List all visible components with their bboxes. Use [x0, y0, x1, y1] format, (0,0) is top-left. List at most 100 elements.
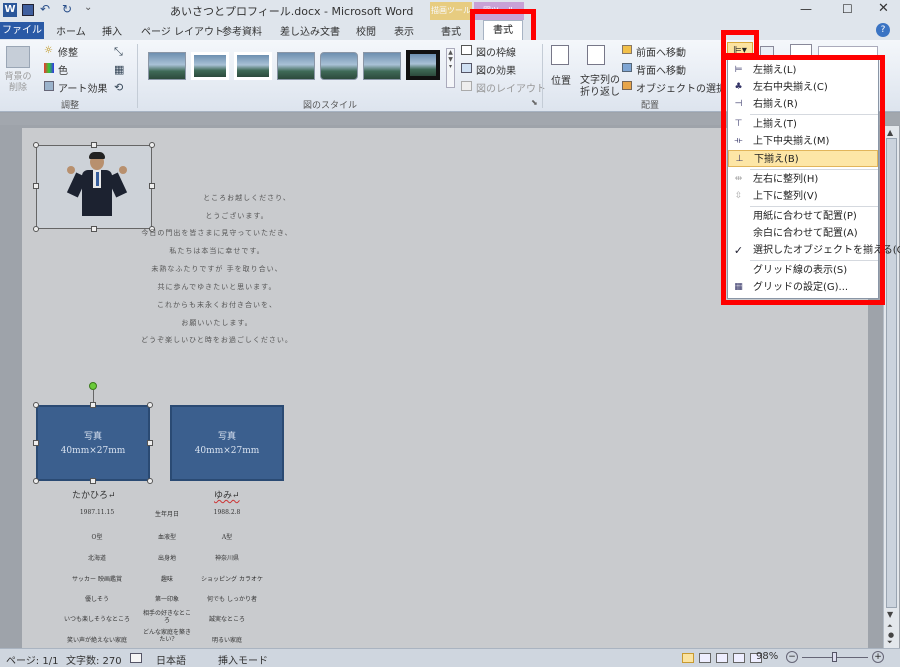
- picture-style-2[interactable]: [191, 52, 229, 80]
- picture-layout-button[interactable]: 図のレイアウト: [476, 80, 546, 95]
- send-backward-button[interactable]: 背面へ移動: [636, 62, 686, 77]
- picture-style-1[interactable]: [148, 52, 186, 80]
- color-icon[interactable]: [44, 63, 54, 73]
- maximize-icon[interactable]: ☐: [842, 2, 853, 16]
- corrections-button[interactable]: 修整: [58, 44, 78, 59]
- selection-pane-button[interactable]: オブジェクトの選択と表示: [636, 80, 722, 95]
- tab-page-layout[interactable]: ページ レイアウト: [141, 23, 224, 40]
- help-icon[interactable]: ?: [876, 23, 890, 37]
- profile-bride-blood: A型: [221, 534, 233, 541]
- proofing-icon[interactable]: [130, 653, 142, 663]
- close-icon[interactable]: ✕: [878, 1, 889, 16]
- scroll-up-icon[interactable]: ▲: [887, 128, 893, 137]
- greeting-line: 私たちは本当に幸せです。: [169, 247, 265, 255]
- highlight-align-menu: [721, 55, 885, 305]
- tab-home[interactable]: ホーム: [56, 23, 86, 40]
- art-effects-button[interactable]: アート効果: [58, 80, 107, 95]
- position-button[interactable]: 位置: [551, 72, 571, 87]
- minimize-icon[interactable]: —: [800, 2, 812, 16]
- tab-format-drawing[interactable]: 書式: [441, 23, 461, 40]
- profile-groom-impression: 優しそう: [84, 596, 109, 603]
- redo-icon[interactable]: ↻: [62, 2, 72, 16]
- undo-icon[interactable]: ↶: [40, 2, 50, 16]
- picture-style-3[interactable]: [234, 52, 272, 80]
- photo-placeholder-bride[interactable]: 写真 40mm×27mm: [170, 405, 284, 481]
- tab-file[interactable]: ファイル: [0, 22, 44, 39]
- outline-view-icon[interactable]: [733, 653, 745, 663]
- picture-effects-button[interactable]: 図の効果: [476, 62, 516, 77]
- send-backward-icon[interactable]: [622, 63, 632, 72]
- tab-insert[interactable]: 挿入: [102, 23, 122, 40]
- picture-styles-group-label: 図のスタイル: [302, 101, 357, 111]
- divider: [137, 44, 138, 108]
- resize-handle[interactable]: [147, 402, 153, 408]
- save-icon[interactable]: [22, 4, 34, 16]
- zoom-in-icon[interactable]: +: [872, 651, 884, 663]
- picture-style-7[interactable]: [406, 50, 440, 80]
- full-screen-reading-icon[interactable]: [699, 653, 711, 663]
- remove-background-icon[interactable]: [6, 46, 30, 68]
- picture-effects-icon[interactable]: [461, 63, 472, 73]
- tab-view[interactable]: 表示: [394, 23, 414, 40]
- zoom-slider-thumb[interactable]: [832, 652, 837, 662]
- qat-customize-icon[interactable]: ⌄: [84, 2, 92, 13]
- picture-border-icon[interactable]: [461, 45, 472, 55]
- picture-style-6[interactable]: [363, 52, 401, 80]
- word-app-icon[interactable]: W: [3, 3, 17, 17]
- resize-handle[interactable]: [147, 478, 153, 484]
- status-insert-mode[interactable]: 挿入モード: [218, 652, 268, 667]
- zoom-out-icon[interactable]: −: [786, 651, 798, 663]
- resize-handle[interactable]: [90, 478, 96, 484]
- zoom-slider[interactable]: [802, 652, 868, 662]
- picture-styles-launcher-icon[interactable]: ⬊: [531, 98, 538, 107]
- resize-handle[interactable]: [33, 440, 39, 446]
- picture-border-button[interactable]: 図の枠線: [476, 44, 516, 59]
- position-icon[interactable]: [551, 45, 569, 65]
- bring-forward-button[interactable]: 前面へ移動: [636, 44, 686, 59]
- vertical-scrollbar[interactable]: ▲ ▼ ⏶ ● ⏷: [883, 126, 899, 648]
- picture-layout-icon[interactable]: [461, 81, 472, 91]
- resize-handle[interactable]: [147, 440, 153, 446]
- corrections-icon[interactable]: ☼: [44, 45, 53, 56]
- resize-handle[interactable]: [90, 402, 96, 408]
- greeting-text-block[interactable]: ところお越しくださり、 とうございます。 今日の門出を皆さまに見守っていただき、…: [22, 128, 422, 348]
- color-button[interactable]: 色: [58, 62, 68, 77]
- scroll-down-icon[interactable]: ▼: [887, 610, 893, 619]
- resize-handle[interactable]: [33, 478, 39, 484]
- print-layout-icon[interactable]: [682, 653, 694, 663]
- wrap-text-button-line2[interactable]: 折り返し: [580, 83, 620, 98]
- status-page[interactable]: ページ: 1/1: [6, 652, 58, 667]
- reset-picture-icon[interactable]: ⟲: [114, 81, 123, 94]
- rotation-handle[interactable]: [89, 382, 97, 390]
- photo-placeholder-groom[interactable]: 写真 40mm×27mm: [36, 405, 150, 481]
- tab-review[interactable]: 校閲: [356, 23, 376, 40]
- picture-style-5[interactable]: [320, 52, 358, 80]
- compress-icon[interactable]: ⤡: [114, 45, 123, 59]
- change-picture-icon[interactable]: ▦: [114, 63, 124, 76]
- window-title: あいさつとプロフィール.docx - Microsoft Word: [170, 5, 414, 18]
- wrap-text-icon[interactable]: [587, 45, 605, 65]
- selection-pane-icon[interactable]: [622, 81, 632, 90]
- status-language[interactable]: 日本語: [156, 652, 186, 667]
- next-page-icon[interactable]: ⏷: [887, 638, 893, 647]
- tab-mailings[interactable]: 差し込み文書: [280, 23, 340, 40]
- bring-forward-icon[interactable]: [622, 45, 632, 54]
- profile-label-hometown: 出身地: [157, 555, 176, 562]
- greeting-line: 未熟なふたりですが 手を取り合い、: [151, 265, 283, 273]
- prev-page-icon[interactable]: ⏶: [887, 622, 893, 631]
- status-word-count[interactable]: 文字数: 270: [66, 652, 122, 667]
- picture-style-4[interactable]: [277, 52, 315, 80]
- contextual-group-drawing-tools: 描画ツール: [430, 2, 472, 20]
- remove-background-label[interactable]: 背景の削除: [2, 72, 34, 94]
- profile-bride-impression: 何でも しっかり者: [207, 596, 257, 603]
- scroll-thumb[interactable]: [886, 138, 897, 608]
- gallery-scroll-icon[interactable]: ▲ ▼ ▾: [446, 48, 455, 88]
- web-layout-icon[interactable]: [716, 653, 728, 663]
- resize-handle[interactable]: [33, 402, 39, 408]
- profile-bride-family: 明るい家庭: [211, 637, 242, 644]
- bride-name: ゆみ↵: [214, 491, 240, 501]
- tab-references[interactable]: 参考資料: [222, 23, 262, 40]
- zoom-percent-label[interactable]: 98%: [756, 651, 778, 662]
- greeting-line: どうぞ楽しいひと時をお過ごしください。: [141, 336, 293, 344]
- art-effects-icon[interactable]: [44, 81, 54, 91]
